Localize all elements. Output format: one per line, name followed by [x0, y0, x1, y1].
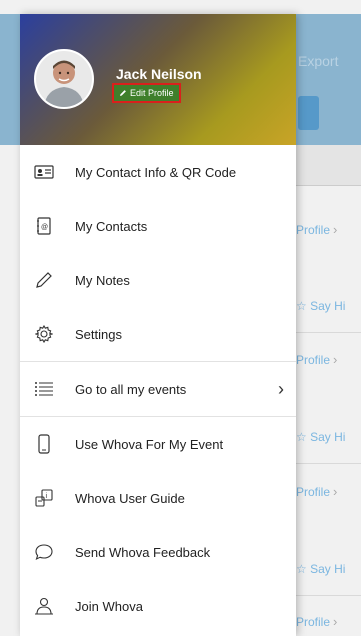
menu-item-contact-info[interactable]: My Contact Info & QR Code [20, 145, 296, 199]
menu-item-my-contacts[interactable]: @ My Contacts [20, 199, 296, 253]
background-say-hi[interactable]: ☆ Say Hi [296, 562, 361, 576]
profile-header: Jack Neilson Edit Profile [20, 14, 296, 145]
chevron-right-icon: › [278, 379, 284, 399]
pencil-icon [119, 89, 127, 97]
user-name: Jack Neilson [116, 66, 202, 82]
background-search-strip [296, 145, 361, 186]
avatar[interactable] [34, 49, 94, 109]
background-action-button[interactable] [298, 96, 319, 130]
menu-item-join-whova[interactable]: Join Whova [20, 579, 296, 633]
person-join-icon [34, 596, 54, 616]
star-icon: ☆ [296, 562, 307, 576]
background-profile-link[interactable]: Profile › [296, 614, 361, 629]
svg-text:i: i [46, 493, 48, 500]
address-book-icon: @ [34, 216, 54, 236]
side-drawer: Jack Neilson Edit Profile My Contact Inf… [20, 14, 296, 636]
menu-item-user-guide[interactable]: i Whova User Guide [20, 471, 296, 525]
edit-profile-button[interactable]: Edit Profile [112, 83, 181, 103]
avatar-image [36, 51, 92, 107]
star-icon: ☆ [296, 430, 307, 444]
list-icon [34, 379, 54, 399]
phone-icon [34, 434, 54, 454]
chat-bubble-icon [34, 542, 54, 562]
star-icon: ☆ [296, 299, 307, 313]
gear-icon [34, 324, 54, 344]
background-say-hi[interactable]: ☆ Say Hi [296, 299, 361, 313]
contact-card-icon [34, 162, 54, 182]
menu-item-my-notes[interactable]: My Notes [20, 253, 296, 307]
background-profile-link[interactable]: Profile › [296, 222, 361, 237]
drawer-menu: My Contact Info & QR Code @ My Contacts … [20, 145, 296, 633]
background-profile-link[interactable]: Profile › [296, 352, 361, 367]
menu-item-settings[interactable]: Settings [20, 307, 296, 361]
menu-item-use-whova[interactable]: Use Whova For My Event [20, 417, 296, 471]
export-button[interactable]: Export [298, 53, 338, 69]
menu-item-all-events[interactable]: Go to all my events › [20, 362, 296, 416]
guide-icon: i [34, 488, 54, 508]
background-say-hi[interactable]: ☆ Say Hi [296, 430, 361, 444]
svg-text:@: @ [41, 224, 48, 231]
pencil-icon [34, 270, 54, 290]
menu-item-send-feedback[interactable]: Send Whova Feedback [20, 525, 296, 579]
background-profile-link[interactable]: Profile › [296, 484, 361, 499]
